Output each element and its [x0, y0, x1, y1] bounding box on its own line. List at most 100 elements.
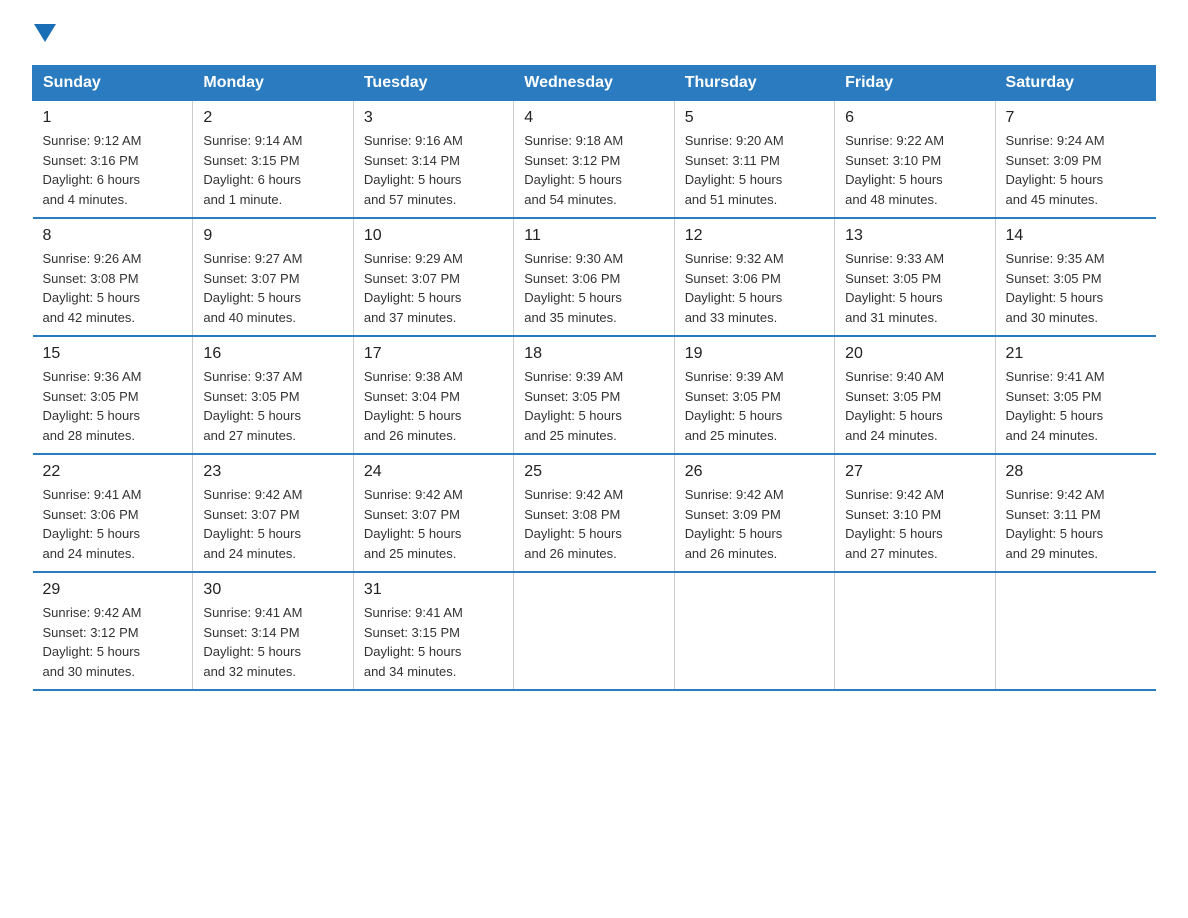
day-number: 23 — [203, 463, 342, 481]
calendar-cell — [995, 572, 1155, 690]
day-number: 26 — [685, 463, 824, 481]
column-header-thursday: Thursday — [674, 66, 834, 101]
day-info: Sunrise: 9:37 AMSunset: 3:05 PMDaylight:… — [203, 367, 342, 445]
calendar-cell — [674, 572, 834, 690]
calendar-cell: 3Sunrise: 9:16 AMSunset: 3:14 PMDaylight… — [353, 101, 513, 219]
column-header-tuesday: Tuesday — [353, 66, 513, 101]
day-number: 6 — [845, 109, 984, 127]
calendar-cell: 21 Sunrise: 9:41 AMSunset: 3:05 PMDayligh… — [995, 336, 1155, 454]
day-info: Sunrise: 9:41 AMSunset: 3:14 PMDaylight:… — [203, 603, 342, 681]
column-header-friday: Friday — [835, 66, 995, 101]
day-info: Sunrise: 9:40 AMSunset: 3:05 PMDaylight:… — [845, 367, 984, 445]
day-info: Sunrise: 9:38 AMSunset: 3:04 PMDaylight:… — [364, 367, 503, 445]
day-info: Sunrise: 9:42 AMSunset: 3:09 PMDaylight:… — [685, 485, 824, 563]
day-info: Sunrise: 9:42 AMSunset: 3:10 PMDaylight:… — [845, 485, 984, 563]
day-info: Sunrise: 9:42 AMSunset: 3:12 PMDaylight:… — [43, 603, 183, 681]
day-info: Sunrise: 9:26 AMSunset: 3:08 PMDaylight:… — [43, 249, 183, 327]
day-number: 16 — [203, 345, 342, 363]
calendar-cell: 24 Sunrise: 9:42 AMSunset: 3:07 PMDayligh… — [353, 454, 513, 572]
day-number: 10 — [364, 227, 503, 245]
day-number: 5 — [685, 109, 824, 127]
calendar-header-row: SundayMondayTuesdayWednesdayThursdayFrid… — [33, 66, 1156, 101]
calendar-cell: 12 Sunrise: 9:32 AMSunset: 3:06 PMDayligh… — [674, 218, 834, 336]
day-info: Sunrise: 9:20 AMSunset: 3:11 PMDaylight:… — [685, 131, 824, 209]
day-info: Sunrise: 9:14 AMSunset: 3:15 PMDaylight:… — [203, 131, 342, 209]
day-number: 15 — [43, 345, 183, 363]
logo-triangle-icon — [34, 24, 56, 42]
day-info: Sunrise: 9:16 AMSunset: 3:14 PMDaylight:… — [364, 131, 503, 209]
day-info: Sunrise: 9:29 AMSunset: 3:07 PMDaylight:… — [364, 249, 503, 327]
calendar-cell: 8 Sunrise: 9:26 AMSunset: 3:08 PMDaylight… — [33, 218, 193, 336]
day-info: Sunrise: 9:39 AMSunset: 3:05 PMDaylight:… — [524, 367, 663, 445]
logo — [32, 24, 56, 47]
day-number: 12 — [685, 227, 824, 245]
day-number: 19 — [685, 345, 824, 363]
day-info: Sunrise: 9:42 AMSunset: 3:07 PMDaylight:… — [203, 485, 342, 563]
day-info: Sunrise: 9:12 AMSunset: 3:16 PMDaylight:… — [43, 131, 183, 209]
day-number: 28 — [1006, 463, 1146, 481]
day-number: 30 — [203, 581, 342, 599]
calendar-cell: 29 Sunrise: 9:42 AMSunset: 3:12 PMDayligh… — [33, 572, 193, 690]
calendar-cell — [835, 572, 995, 690]
day-info: Sunrise: 9:18 AMSunset: 3:12 PMDaylight:… — [524, 131, 663, 209]
calendar-cell: 9 Sunrise: 9:27 AMSunset: 3:07 PMDaylight… — [193, 218, 353, 336]
calendar-cell: 23 Sunrise: 9:42 AMSunset: 3:07 PMDayligh… — [193, 454, 353, 572]
calendar-cell: 1 Sunrise: 9:12 AMSunset: 3:16 PMDaylight… — [33, 101, 193, 219]
calendar-cell: 28Sunrise: 9:42 AMSunset: 3:11 PMDayligh… — [995, 454, 1155, 572]
calendar-cell: 25 Sunrise: 9:42 AMSunset: 3:08 PMDayligh… — [514, 454, 674, 572]
day-number: 11 — [524, 227, 663, 245]
calendar-cell: 14 Sunrise: 9:35 AMSunset: 3:05 PMDayligh… — [995, 218, 1155, 336]
day-info: Sunrise: 9:39 AMSunset: 3:05 PMDaylight:… — [685, 367, 824, 445]
day-number: 14 — [1006, 227, 1146, 245]
calendar-cell: 18 Sunrise: 9:39 AMSunset: 3:05 PMDayligh… — [514, 336, 674, 454]
calendar-week-row: 1 Sunrise: 9:12 AMSunset: 3:16 PMDaylight… — [33, 101, 1156, 219]
day-info: Sunrise: 9:42 AMSunset: 3:08 PMDaylight:… — [524, 485, 663, 563]
calendar-cell: 5 Sunrise: 9:20 AMSunset: 3:11 PMDaylight… — [674, 101, 834, 219]
day-info: Sunrise: 9:33 AMSunset: 3:05 PMDaylight:… — [845, 249, 984, 327]
column-header-wednesday: Wednesday — [514, 66, 674, 101]
day-info: Sunrise: 9:41 AMSunset: 3:15 PMDaylight:… — [364, 603, 503, 681]
day-info: Sunrise: 9:27 AMSunset: 3:07 PMDaylight:… — [203, 249, 342, 327]
calendar-table: SundayMondayTuesdayWednesdayThursdayFrid… — [32, 65, 1156, 691]
calendar-cell: 6 Sunrise: 9:22 AMSunset: 3:10 PMDaylight… — [835, 101, 995, 219]
day-number: 21 — [1006, 345, 1146, 363]
day-number: 20 — [845, 345, 984, 363]
column-header-monday: Monday — [193, 66, 353, 101]
calendar-cell: 4Sunrise: 9:18 AMSunset: 3:12 PMDaylight… — [514, 101, 674, 219]
calendar-cell: 19 Sunrise: 9:39 AMSunset: 3:05 PMDayligh… — [674, 336, 834, 454]
page-header — [32, 24, 1156, 47]
calendar-cell: 2 Sunrise: 9:14 AMSunset: 3:15 PMDaylight… — [193, 101, 353, 219]
calendar-week-row: 29 Sunrise: 9:42 AMSunset: 3:12 PMDayligh… — [33, 572, 1156, 690]
day-number: 1 — [43, 109, 183, 127]
day-info: Sunrise: 9:41 AMSunset: 3:06 PMDaylight:… — [43, 485, 183, 563]
calendar-cell: 13Sunrise: 9:33 AMSunset: 3:05 PMDayligh… — [835, 218, 995, 336]
day-number: 2 — [203, 109, 342, 127]
calendar-week-row: 8 Sunrise: 9:26 AMSunset: 3:08 PMDaylight… — [33, 218, 1156, 336]
calendar-cell: 27 Sunrise: 9:42 AMSunset: 3:10 PMDayligh… — [835, 454, 995, 572]
calendar-week-row: 15Sunrise: 9:36 AMSunset: 3:05 PMDayligh… — [33, 336, 1156, 454]
calendar-week-row: 22Sunrise: 9:41 AMSunset: 3:06 PMDayligh… — [33, 454, 1156, 572]
calendar-cell — [514, 572, 674, 690]
day-number: 17 — [364, 345, 503, 363]
day-info: Sunrise: 9:35 AMSunset: 3:05 PMDaylight:… — [1006, 249, 1146, 327]
day-number: 8 — [43, 227, 183, 245]
day-number: 18 — [524, 345, 663, 363]
day-number: 9 — [203, 227, 342, 245]
calendar-cell: 16 Sunrise: 9:37 AMSunset: 3:05 PMDayligh… — [193, 336, 353, 454]
calendar-cell: 15Sunrise: 9:36 AMSunset: 3:05 PMDayligh… — [33, 336, 193, 454]
day-info: Sunrise: 9:22 AMSunset: 3:10 PMDaylight:… — [845, 131, 984, 209]
day-number: 29 — [43, 581, 183, 599]
day-info: Sunrise: 9:41 AMSunset: 3:05 PMDaylight:… — [1006, 367, 1146, 445]
day-number: 24 — [364, 463, 503, 481]
day-number: 25 — [524, 463, 663, 481]
day-number: 27 — [845, 463, 984, 481]
day-info: Sunrise: 9:24 AMSunset: 3:09 PMDaylight:… — [1006, 131, 1146, 209]
day-info: Sunrise: 9:32 AMSunset: 3:06 PMDaylight:… — [685, 249, 824, 327]
column-header-saturday: Saturday — [995, 66, 1155, 101]
calendar-cell: 30 Sunrise: 9:41 AMSunset: 3:14 PMDayligh… — [193, 572, 353, 690]
calendar-cell: 26 Sunrise: 9:42 AMSunset: 3:09 PMDayligh… — [674, 454, 834, 572]
calendar-cell: 7 Sunrise: 9:24 AMSunset: 3:09 PMDaylight… — [995, 101, 1155, 219]
calendar-cell: 22Sunrise: 9:41 AMSunset: 3:06 PMDayligh… — [33, 454, 193, 572]
day-info: Sunrise: 9:42 AMSunset: 3:07 PMDaylight:… — [364, 485, 503, 563]
day-number: 7 — [1006, 109, 1146, 127]
